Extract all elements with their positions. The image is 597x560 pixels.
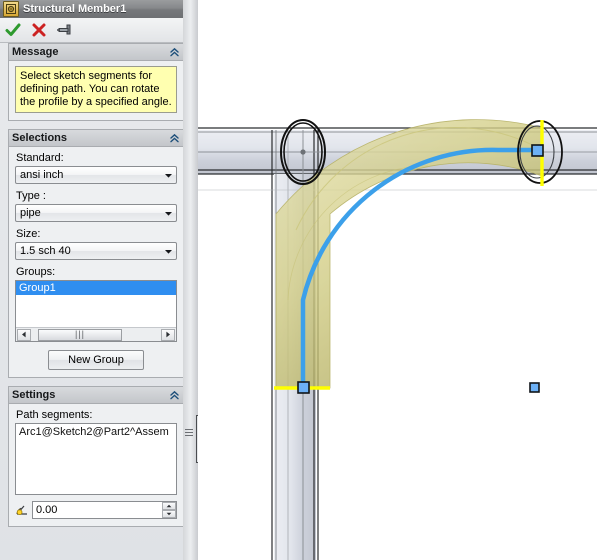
rotation-angle-row: 0.00: [15, 501, 177, 519]
scroll-left-arrow-icon[interactable]: [17, 328, 31, 341]
stepper-up-icon[interactable]: [162, 502, 176, 510]
groups-scroll-thumb[interactable]: |||: [38, 328, 122, 341]
list-item[interactable]: Arc1@Sketch2@Part2^Assem: [18, 426, 174, 438]
chevron-down-icon[interactable]: [160, 167, 176, 183]
cross-icon[interactable]: [26, 19, 52, 41]
property-manager-titlebar: Structural Member1 ?: [0, 0, 200, 19]
selections-group-header[interactable]: Selections: [9, 130, 183, 147]
property-manager-content: Message Select sketch segments for defin…: [8, 43, 184, 535]
model-graphics: [198, 119, 597, 560]
type-dropdown[interactable]: pipe: [15, 204, 177, 222]
path-segments-label: Path segments:: [16, 409, 93, 421]
message-group-title: Message: [12, 46, 59, 58]
standard-dropdown[interactable]: ansi inch: [15, 166, 177, 184]
rotation-angle-field[interactable]: 0.00: [32, 501, 177, 519]
standard-label: Standard:: [16, 152, 64, 164]
groups-scroll-track[interactable]: |||: [32, 328, 160, 341]
scroll-right-arrow-icon[interactable]: [161, 328, 175, 341]
chevron-down-icon[interactable]: [160, 205, 176, 221]
settings-group: Settings Path segments: Arc1@Sketch2@Par…: [8, 386, 184, 527]
check-icon[interactable]: [0, 19, 26, 41]
message-group-header[interactable]: Message: [9, 44, 183, 61]
groups-horizontal-scrollbar[interactable]: |||: [16, 327, 176, 341]
chevron-up-icon[interactable]: [168, 46, 180, 58]
list-item[interactable]: Group1: [16, 281, 176, 295]
type-label: Type :: [16, 190, 46, 202]
panel-splitter-grip[interactable]: [185, 425, 193, 439]
graphics-area[interactable]: [198, 0, 597, 560]
rotation-angle-icon: [15, 503, 29, 517]
settings-group-header[interactable]: Settings: [9, 387, 183, 404]
new-group-button[interactable]: New Group: [48, 350, 144, 370]
stepper-down-icon[interactable]: [162, 510, 176, 518]
property-manager-toolbar: [0, 18, 200, 43]
type-value: pipe: [20, 207, 41, 219]
chevron-up-icon[interactable]: [168, 132, 180, 144]
message-group-body: Select sketch segments for defining path…: [9, 61, 183, 120]
message-group: Message Select sketch segments for defin…: [8, 43, 184, 121]
selection-handle-top-right: [531, 144, 544, 157]
window-title: Structural Member1: [23, 3, 127, 15]
property-manager-body: Message Select sketch segments for defin…: [0, 43, 200, 560]
rotation-angle-value: 0.00: [36, 504, 58, 516]
groups-listbox[interactable]: Group1 |||: [15, 280, 177, 342]
pin-icon[interactable]: [52, 19, 78, 41]
standard-value: ansi inch: [20, 169, 64, 181]
size-value: 1.5 sch 40: [20, 245, 71, 257]
message-text: Select sketch segments for defining path…: [15, 66, 177, 113]
selections-group: Selections Standard: ansi inch Type: pi…: [8, 129, 184, 378]
groups-label: Groups:: [16, 266, 56, 278]
scroll-thumb-grip: |||: [74, 329, 85, 339]
construction-lines: [198, 130, 597, 560]
path-segments-listbox[interactable]: Arc1@Sketch2@Part2^Assem: [15, 423, 177, 495]
selections-group-title: Selections: [12, 132, 68, 144]
size-label: Size:: [16, 228, 41, 240]
chevron-up-icon[interactable]: [168, 389, 180, 401]
solidworks-window: Structural Member1 ?: [0, 0, 597, 560]
property-manager-panel: Structural Member1 ?: [0, 0, 200, 560]
size-dropdown[interactable]: 1.5 sch 40: [15, 242, 177, 260]
selection-handle-bottom: [297, 381, 310, 394]
settings-group-body: Path segments: Arc1@Sketch2@Part2^Assem: [9, 404, 183, 526]
selection-handle-free: [529, 382, 540, 393]
structural-member-icon: [3, 1, 19, 17]
settings-group-title: Settings: [12, 389, 56, 401]
selections-group-body: Standard: ansi inch Type : pipe Size: 1.…: [9, 147, 183, 377]
rotation-angle-stepper[interactable]: [162, 502, 176, 518]
chevron-down-icon[interactable]: [160, 243, 176, 259]
panel-splitter[interactable]: [183, 0, 198, 560]
